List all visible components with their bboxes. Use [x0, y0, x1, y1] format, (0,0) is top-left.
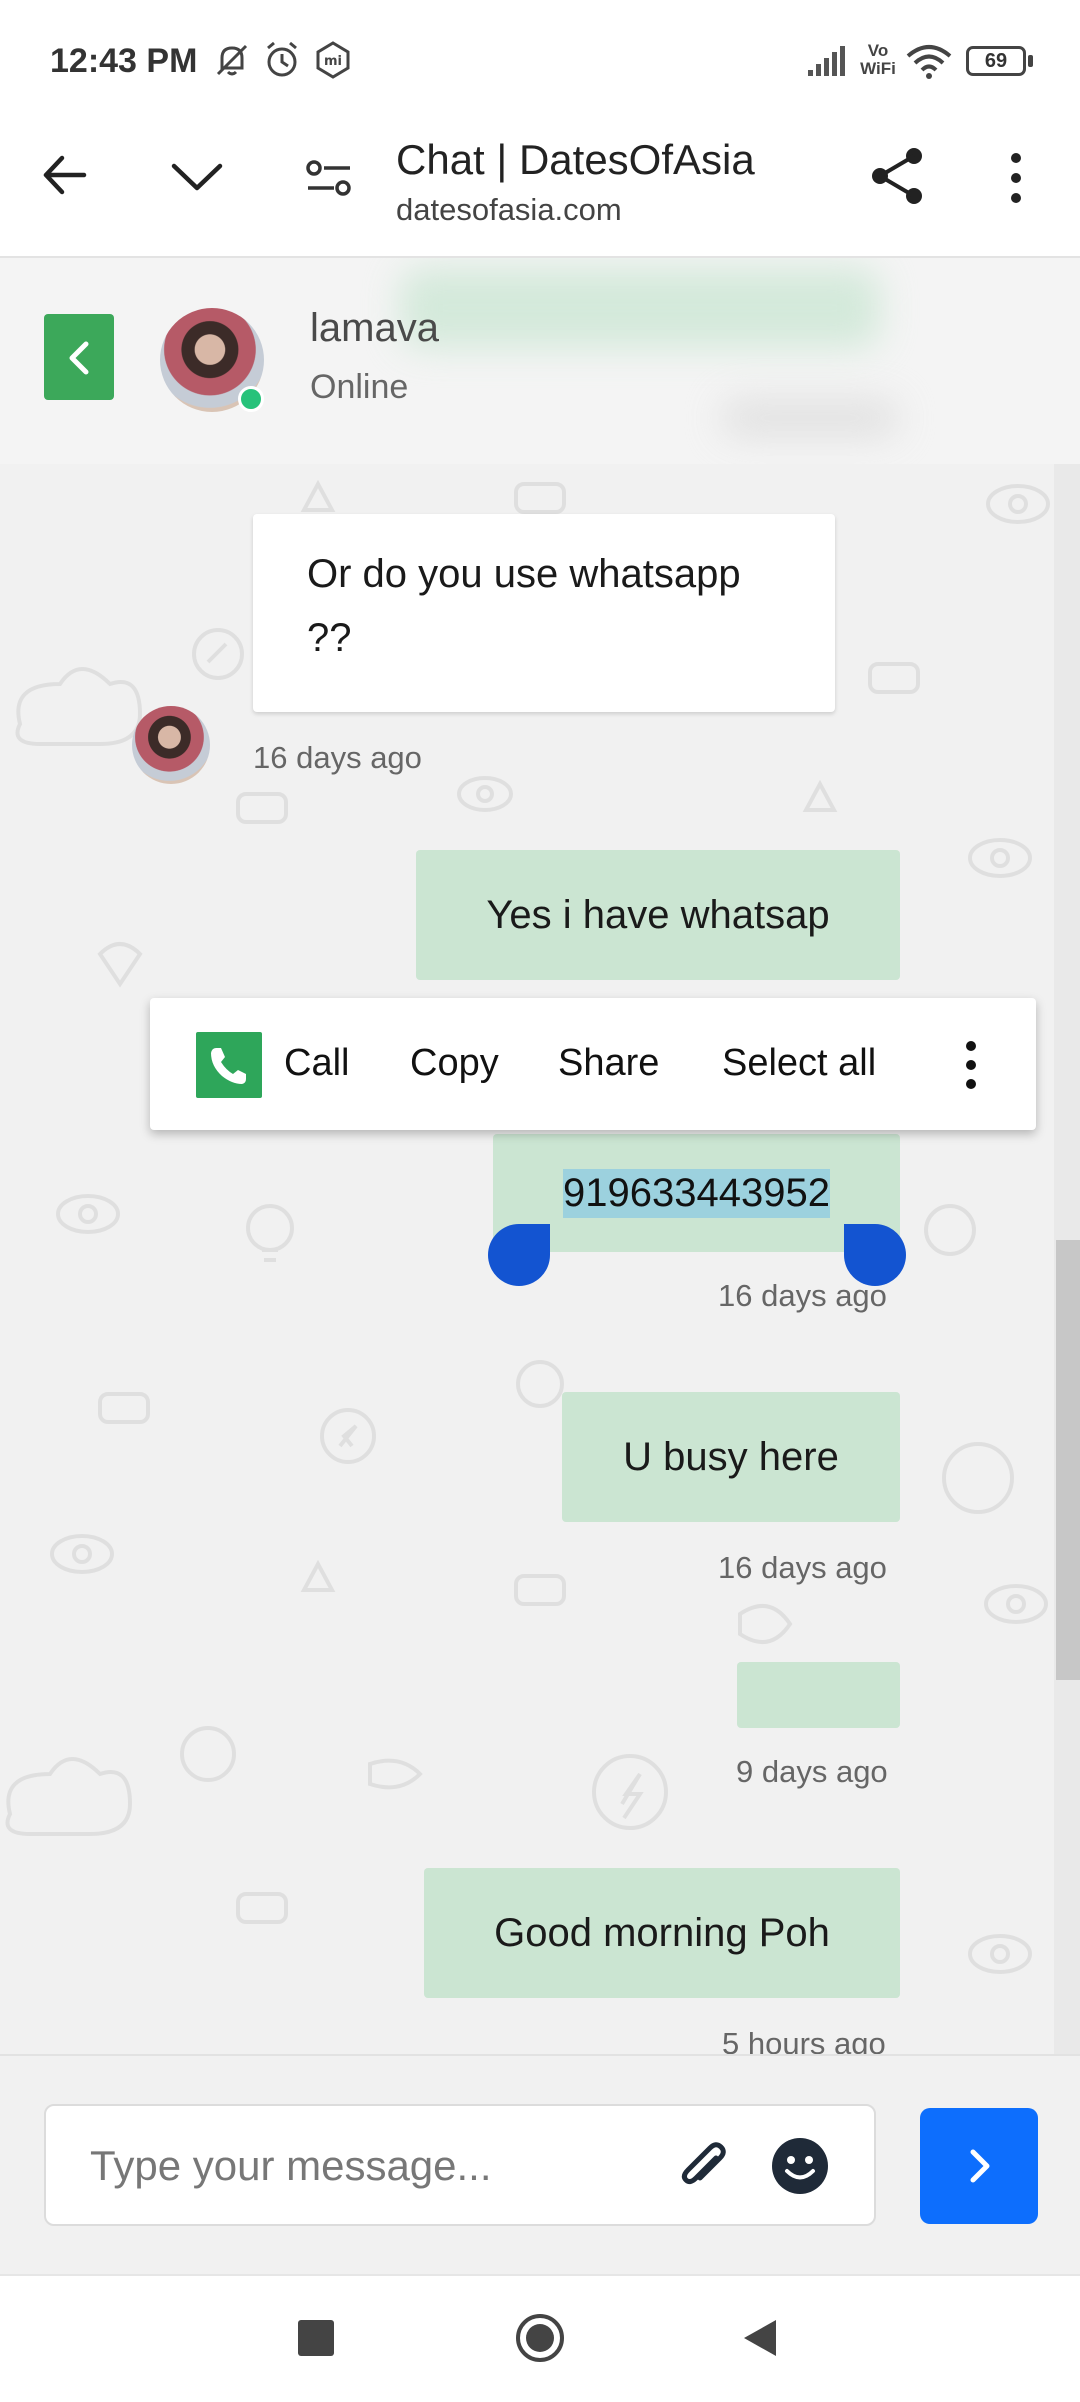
contact-status: Online — [310, 368, 409, 406]
share-icon[interactable] — [870, 146, 926, 206]
alarm-icon — [267, 41, 297, 77]
message-text[interactable]: U busy here — [623, 1435, 839, 1480]
menu-item-share[interactable]: Share — [558, 1042, 659, 1085]
contact-name[interactable]: lamava — [310, 306, 439, 351]
selection-handle-start[interactable] — [488, 1224, 550, 1286]
battery-icon: 69 — [966, 46, 1026, 76]
message-input-placeholder: Type your message... — [90, 2142, 492, 2189]
message-text[interactable]: Yes i have whatsap — [486, 893, 829, 938]
chevron-down-icon[interactable] — [170, 156, 224, 196]
message-time: 16 days ago — [718, 1278, 887, 1313]
overflow-menu-icon[interactable] — [1006, 152, 1026, 204]
send-button[interactable] — [920, 2108, 1038, 2224]
home-icon[interactable] — [514, 2312, 566, 2364]
muted-bell-icon — [216, 44, 248, 76]
message-composer: Type your message... — [0, 2054, 1080, 2276]
emoji-icon[interactable] — [770, 2136, 830, 2196]
online-indicator — [238, 386, 264, 412]
more-options-icon[interactable] — [964, 1040, 978, 1090]
message-time: 16 days ago — [718, 1550, 887, 1585]
message-bubble-outgoing[interactable] — [737, 1662, 900, 1728]
chat-header: lamava Online — [0, 258, 1080, 466]
selection-handle-end[interactable] — [844, 1224, 906, 1286]
back-nav-icon[interactable] — [740, 2318, 780, 2358]
chat-area[interactable]: Or do you use whatsapp ?? 16 days ago Ye… — [0, 464, 1080, 2054]
status-bar: 12:43 PM mi Vo WiFi 69 — [0, 0, 1080, 120]
battery-tip — [1028, 55, 1033, 67]
menu-item-copy[interactable]: Copy — [410, 1042, 499, 1085]
page-title: Chat | DatesOfAsia — [396, 136, 755, 183]
menu-item-call[interactable]: Call — [284, 1042, 349, 1085]
chat-back-button[interactable] — [44, 314, 114, 400]
message-time: 16 days ago — [253, 740, 422, 775]
mi-icon: mi — [316, 41, 350, 79]
message-text[interactable]: Good morning Poh — [494, 1911, 830, 1956]
message-time: 5 hours ago — [722, 2026, 886, 2054]
svg-text:mi: mi — [324, 54, 342, 69]
recent-apps-icon[interactable] — [298, 2320, 334, 2356]
selected-phone-number[interactable]: 919633443952 — [563, 1168, 830, 1218]
message-time: 9 days ago — [736, 1754, 888, 1789]
message-bubble-outgoing[interactable]: U busy here — [562, 1392, 900, 1522]
message-text[interactable]: Or do you use whatsapp ?? — [307, 552, 741, 660]
attachment-icon[interactable] — [678, 2138, 728, 2192]
chevron-right-icon — [970, 2149, 990, 2183]
vowifi-icon: Vo WiFi — [860, 41, 896, 78]
status-time: 12:43 PM — [50, 42, 198, 80]
menu-item-select-all[interactable]: Select all — [722, 1042, 876, 1085]
blurred-region — [720, 398, 900, 438]
message-bubble-incoming[interactable]: Or do you use whatsapp ?? — [253, 514, 835, 712]
scrollbar-thumb[interactable] — [1056, 1240, 1080, 1680]
message-bubble-outgoing[interactable]: Yes i have whatsap — [416, 850, 900, 980]
text-selection-menu: Call Copy Share Select all — [150, 998, 1036, 1130]
back-arrow-icon[interactable] — [40, 150, 90, 200]
call-icon[interactable] — [196, 1032, 262, 1098]
message-input[interactable]: Type your message... — [44, 2104, 876, 2226]
message-bubble-outgoing[interactable]: 919633443952 — [493, 1134, 900, 1252]
system-nav-bar — [0, 2274, 1080, 2402]
site-settings-icon[interactable] — [306, 156, 352, 200]
browser-toolbar: Chat | DatesOfAsia datesofasia.com — [0, 120, 1080, 258]
signal-icon — [808, 46, 845, 76]
page-url[interactable]: datesofasia.com — [396, 192, 622, 228]
wifi-icon — [906, 45, 952, 79]
blurred-region — [400, 268, 880, 348]
chevron-left-icon — [69, 341, 89, 375]
message-avatar[interactable] — [132, 706, 210, 784]
message-bubble-outgoing[interactable]: Good morning Poh — [424, 1868, 900, 1998]
